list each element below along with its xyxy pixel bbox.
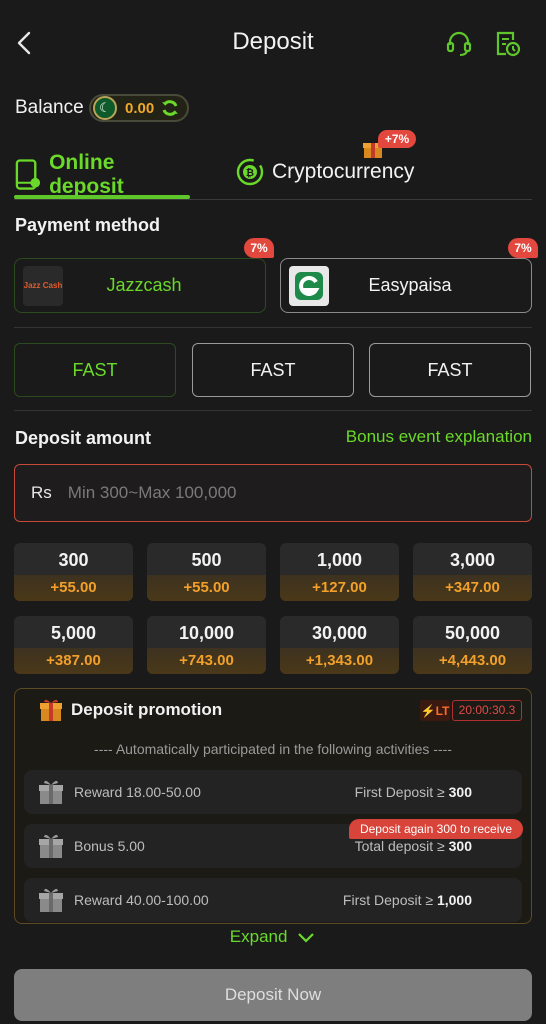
tab-online-deposit-label: Online deposit bbox=[49, 151, 124, 198]
amount-option-bonus: +4,443.00 bbox=[413, 648, 532, 674]
payment-easypaisa-label: Easypaisa bbox=[368, 275, 452, 295]
amount-option[interactable]: 30,000 +1,343.00 bbox=[280, 616, 399, 674]
amount-option-value: 1,000 bbox=[316, 550, 363, 570]
amount-option[interactable]: 1,000 +127.00 bbox=[280, 543, 399, 601]
amount-input[interactable] bbox=[67, 483, 488, 503]
expand-label: Expand bbox=[229, 927, 288, 946]
promotion-condition: First Deposit ≥ 1,000 bbox=[342, 892, 472, 908]
promotion-reward: Reward 40.00-100.00 bbox=[74, 892, 209, 908]
promotion-condition: First Deposit ≥ 300 bbox=[354, 784, 472, 800]
balance-label: Balance bbox=[15, 97, 84, 118]
crypto-bonus-badge: +7% bbox=[378, 130, 416, 148]
amount-option-value: 50,000 bbox=[444, 623, 501, 643]
chevron-down-icon bbox=[298, 932, 314, 943]
bonus-explanation-link[interactable]: Bonus event explanation bbox=[300, 427, 532, 447]
promotion-row[interactable]: Reward 18.00-50.00 First Deposit ≥ 300 bbox=[24, 770, 522, 814]
divider bbox=[14, 327, 532, 328]
amount-option[interactable]: 5,000 +387.00 bbox=[14, 616, 133, 674]
amount-option-value: 300 bbox=[58, 550, 89, 570]
amount-option-value: 30,000 bbox=[311, 623, 368, 643]
deposit-now-button[interactable]: Deposit Now bbox=[14, 969, 532, 1021]
channel-fast-3[interactable]: FAST bbox=[369, 343, 531, 397]
amount-option-bonus: +387.00 bbox=[14, 648, 133, 674]
limited-time-badge: ⚡ LT bbox=[420, 700, 450, 721]
promotion-row[interactable]: Reward 40.00-100.00 First Deposit ≥ 1,00… bbox=[24, 878, 522, 922]
amount-option-bonus: +55.00 bbox=[14, 575, 133, 601]
payment-method-title: Payment method bbox=[15, 215, 161, 235]
amount-option-value: 500 bbox=[191, 550, 222, 570]
amount-option-value: 10,000 bbox=[178, 623, 235, 643]
svg-text:₿: ₿ bbox=[246, 167, 254, 179]
jazzcash-bonus-badge: 7% bbox=[244, 238, 274, 258]
amount-option-bonus: +1,343.00 bbox=[280, 648, 399, 674]
promotion-subtitle: ---- Automatically participated in the f… bbox=[94, 741, 452, 757]
tab-cryptocurrency-label: Cryptocurrency bbox=[272, 160, 415, 183]
balance-pill: ☾ 0.00 bbox=[89, 94, 189, 122]
gift-box-icon bbox=[39, 888, 63, 912]
lightning-icon: ⚡ bbox=[420, 703, 436, 718]
amount-option-value: 3,000 bbox=[449, 550, 496, 570]
amount-input-box[interactable]: Rs bbox=[14, 464, 532, 522]
promotion-reward: Reward 18.00-50.00 bbox=[74, 784, 201, 800]
payment-easypaisa[interactable]: Easypaisa bbox=[280, 258, 532, 313]
tab-cryptocurrency[interactable]: ₿ Cryptocurrency bbox=[236, 150, 436, 194]
amount-option-bonus: +127.00 bbox=[280, 575, 399, 601]
channel-fast-2[interactable]: FAST bbox=[192, 343, 354, 397]
promotion-condition: Total deposit ≥ 300 bbox=[354, 838, 472, 854]
amount-option-bonus: +743.00 bbox=[147, 648, 266, 674]
promotion-title: Deposit promotion bbox=[71, 700, 223, 719]
deposit-amount-title: Deposit amount bbox=[15, 428, 152, 448]
refresh-icon[interactable] bbox=[160, 98, 180, 118]
bitcoin-icon: ₿ bbox=[236, 158, 264, 186]
easypaisa-logo bbox=[289, 265, 329, 306]
amount-option[interactable]: 50,000 +4,443.00 bbox=[413, 616, 532, 674]
amount-option-value: 5,000 bbox=[50, 623, 97, 643]
divider bbox=[14, 410, 532, 411]
pakistan-flag-icon: ☾ bbox=[93, 96, 117, 120]
payment-jazzcash[interactable]: Jazz Cash Jazzcash bbox=[14, 258, 266, 313]
phone-icon bbox=[15, 159, 41, 190]
expand-button[interactable]: Expand bbox=[0, 927, 546, 947]
balance-value: 0.00 bbox=[125, 99, 155, 117]
channel-fast-1[interactable]: FAST bbox=[14, 343, 176, 397]
amount-option-bonus: +347.00 bbox=[413, 575, 532, 601]
payment-jazzcash-label: Jazzcash bbox=[106, 275, 182, 295]
tab-divider bbox=[14, 199, 532, 200]
records-icon[interactable] bbox=[492, 28, 522, 58]
currency-label: Rs bbox=[31, 483, 52, 502]
tab-online-deposit[interactable]: Online deposit bbox=[14, 150, 190, 200]
amount-option[interactable]: 3,000 +347.00 bbox=[413, 543, 532, 601]
gift-box-icon bbox=[39, 780, 63, 804]
jazzcash-logo: Jazz Cash bbox=[23, 265, 63, 306]
limited-time-label: LT bbox=[435, 703, 450, 718]
headset-icon[interactable] bbox=[444, 28, 474, 58]
gift-box-icon bbox=[39, 834, 63, 858]
gift-icon bbox=[38, 697, 64, 723]
amount-option[interactable]: 300 +55.00 bbox=[14, 543, 133, 601]
amount-option[interactable]: 500 +55.00 bbox=[147, 543, 266, 601]
easypaisa-bonus-badge: 7% bbox=[508, 238, 538, 258]
countdown-timer: 20:00:30.3 bbox=[452, 700, 522, 721]
deposit-again-tag: Deposit again 300 to receive bbox=[349, 819, 523, 839]
amount-option-bonus: +55.00 bbox=[147, 575, 266, 601]
amount-option[interactable]: 10,000 +743.00 bbox=[147, 616, 266, 674]
promotion-reward: Bonus 5.00 bbox=[74, 838, 145, 854]
